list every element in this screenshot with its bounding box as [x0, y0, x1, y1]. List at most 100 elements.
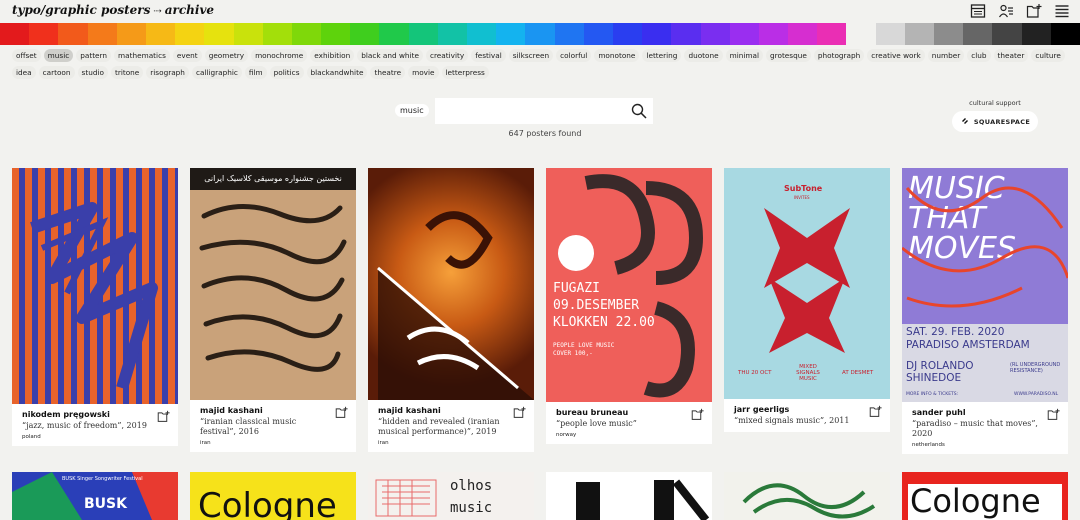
tag-chip[interactable]: lettering [642, 49, 682, 62]
poster-image[interactable]: BUSK Singer Songwriter Festival BUSK [12, 472, 178, 520]
tag-chip[interactable]: silkscreen [508, 49, 554, 62]
color-swatch[interactable] [904, 23, 934, 45]
tag-chip[interactable]: tritone [110, 66, 144, 79]
tag-chip[interactable]: theatre [370, 66, 406, 79]
poster-image[interactable] [546, 472, 712, 520]
poster-card[interactable]: نخستین جشنواره موسیقی کلاسیک ایرانی maji… [190, 168, 356, 452]
tag-chip[interactable]: creativity [425, 49, 469, 62]
color-swatch[interactable] [116, 23, 146, 45]
color-swatch[interactable] [1050, 23, 1080, 45]
color-swatch[interactable] [233, 23, 263, 45]
poster-card[interactable]: BUSK Singer Songwriter Festival BUSK [12, 472, 178, 520]
tag-chip[interactable]: event [172, 49, 202, 62]
poster-author[interactable]: majid kashani [200, 406, 346, 415]
add-to-collection-icon[interactable] [1047, 408, 1060, 421]
color-swatch[interactable] [525, 23, 555, 45]
tag-chip[interactable]: movie [408, 66, 439, 79]
poster-author[interactable]: bureau bruneau [556, 408, 702, 417]
color-swatch[interactable] [350, 23, 380, 45]
color-swatch[interactable] [671, 23, 701, 45]
color-swatch[interactable] [554, 23, 584, 45]
color-swatch[interactable] [963, 23, 993, 45]
poster-image[interactable]: Cologne [902, 472, 1068, 520]
tag-chip[interactable]: monotone [594, 49, 640, 62]
poster-card[interactable]: olhos music [368, 472, 534, 520]
color-swatch[interactable] [846, 23, 876, 45]
tag-chip[interactable]: duotone [684, 49, 723, 62]
tag-chip[interactable]: geometry [204, 49, 249, 62]
menu-icon[interactable] [1054, 3, 1070, 19]
color-swatch[interactable] [817, 23, 847, 45]
poster-image[interactable]: MUSIC THAT MOVES SAT. 29. FEB. 2020 PARA… [902, 168, 1068, 402]
sponsor-button[interactable]: SQUARESPACE [952, 111, 1038, 132]
color-swatch[interactable] [467, 23, 497, 45]
poster-author[interactable]: majid kashani [378, 406, 524, 415]
poster-card[interactable]: Cologne [190, 472, 356, 520]
color-swatch[interactable] [788, 23, 818, 45]
add-to-collection-icon[interactable] [513, 406, 526, 419]
color-swatch[interactable] [700, 23, 730, 45]
color-swatch[interactable] [729, 23, 759, 45]
poster-card[interactable]: MUSIC THAT MOVES SAT. 29. FEB. 2020 PARA… [902, 168, 1068, 454]
color-swatch[interactable] [934, 23, 964, 45]
tag-chip[interactable]: letterpress [441, 66, 489, 79]
poster-card[interactable]: FUGAZI 09.DESEMBER KLOKKEN 22.00 PEOPLE … [546, 168, 712, 444]
tag-chip[interactable]: festival [471, 49, 506, 62]
poster-card[interactable] [546, 472, 712, 520]
poster-image[interactable]: olhos music [368, 472, 534, 520]
tag-chip[interactable]: blackandwhite [306, 66, 368, 79]
tag-chip[interactable]: culture [1031, 49, 1065, 62]
color-swatch[interactable] [204, 23, 234, 45]
poster-image[interactable] [724, 472, 890, 520]
tag-chip[interactable]: creative work [867, 49, 925, 62]
poster-card[interactable]: SubTone INVITES THU 20 OCT MIXED SIGNALS… [724, 168, 890, 432]
tag-chip[interactable]: number [927, 49, 965, 62]
tag-chip[interactable]: minimal [725, 49, 764, 62]
tag-chip[interactable]: music [43, 49, 74, 62]
tag-chip[interactable]: cartoon [38, 66, 75, 79]
tag-chip[interactable]: offset [12, 49, 41, 62]
tag-chip[interactable]: idea [12, 66, 36, 79]
add-to-collection-icon[interactable] [157, 410, 170, 423]
tag-chip[interactable]: monochrome [251, 49, 308, 62]
tag-chip[interactable]: studio [77, 66, 108, 79]
tag-chip[interactable]: politics [269, 66, 304, 79]
color-swatch[interactable] [321, 23, 351, 45]
poster-author[interactable]: jarr geerligs [734, 405, 880, 414]
site-logo[interactable]: typo/graphic posters ⇢ archive [12, 3, 214, 17]
search-filter-chip[interactable]: music [395, 104, 429, 117]
color-swatch[interactable] [583, 23, 613, 45]
color-swatch[interactable] [1021, 23, 1051, 45]
tag-chip[interactable]: pattern [76, 49, 112, 62]
color-swatch[interactable] [758, 23, 789, 45]
poster-card[interactable]: majid kashani “hidden and revealed (iran… [368, 168, 534, 452]
color-swatch[interactable] [642, 23, 672, 45]
color-swatch[interactable] [379, 23, 409, 45]
tag-chip[interactable]: colorful [556, 49, 592, 62]
color-swatch[interactable] [0, 23, 30, 45]
poster-author[interactable]: nikodem pręgowski [22, 410, 168, 419]
color-swatch[interactable] [262, 23, 292, 45]
tag-chip[interactable]: photograph [813, 49, 865, 62]
tag-chip[interactable]: theater [993, 49, 1029, 62]
designers-icon[interactable] [998, 3, 1014, 19]
color-swatch[interactable] [87, 23, 117, 45]
color-swatch[interactable] [437, 23, 467, 45]
poster-card[interactable]: Cologne [902, 472, 1068, 520]
search-input[interactable] [435, 98, 653, 124]
add-to-collection-icon[interactable] [335, 406, 348, 419]
tag-chip[interactable]: mathematics [114, 49, 170, 62]
poster-image[interactable] [368, 168, 534, 400]
color-swatch[interactable] [29, 23, 59, 45]
color-swatch[interactable] [58, 23, 88, 45]
poster-image[interactable]: نخستین جشنواره موسیقی کلاسیک ایرانی [190, 168, 356, 400]
add-folder-icon[interactable] [1026, 3, 1042, 19]
color-swatch[interactable] [145, 23, 176, 45]
color-swatch[interactable] [408, 23, 438, 45]
color-swatch[interactable] [496, 23, 526, 45]
tag-chip[interactable]: grotesque [766, 49, 811, 62]
color-swatch[interactable] [291, 23, 322, 45]
poster-author[interactable]: sander puhl [912, 408, 1058, 417]
tag-chip[interactable]: black and white [357, 49, 423, 62]
poster-image[interactable]: SubTone INVITES THU 20 OCT MIXED SIGNALS… [724, 168, 890, 399]
